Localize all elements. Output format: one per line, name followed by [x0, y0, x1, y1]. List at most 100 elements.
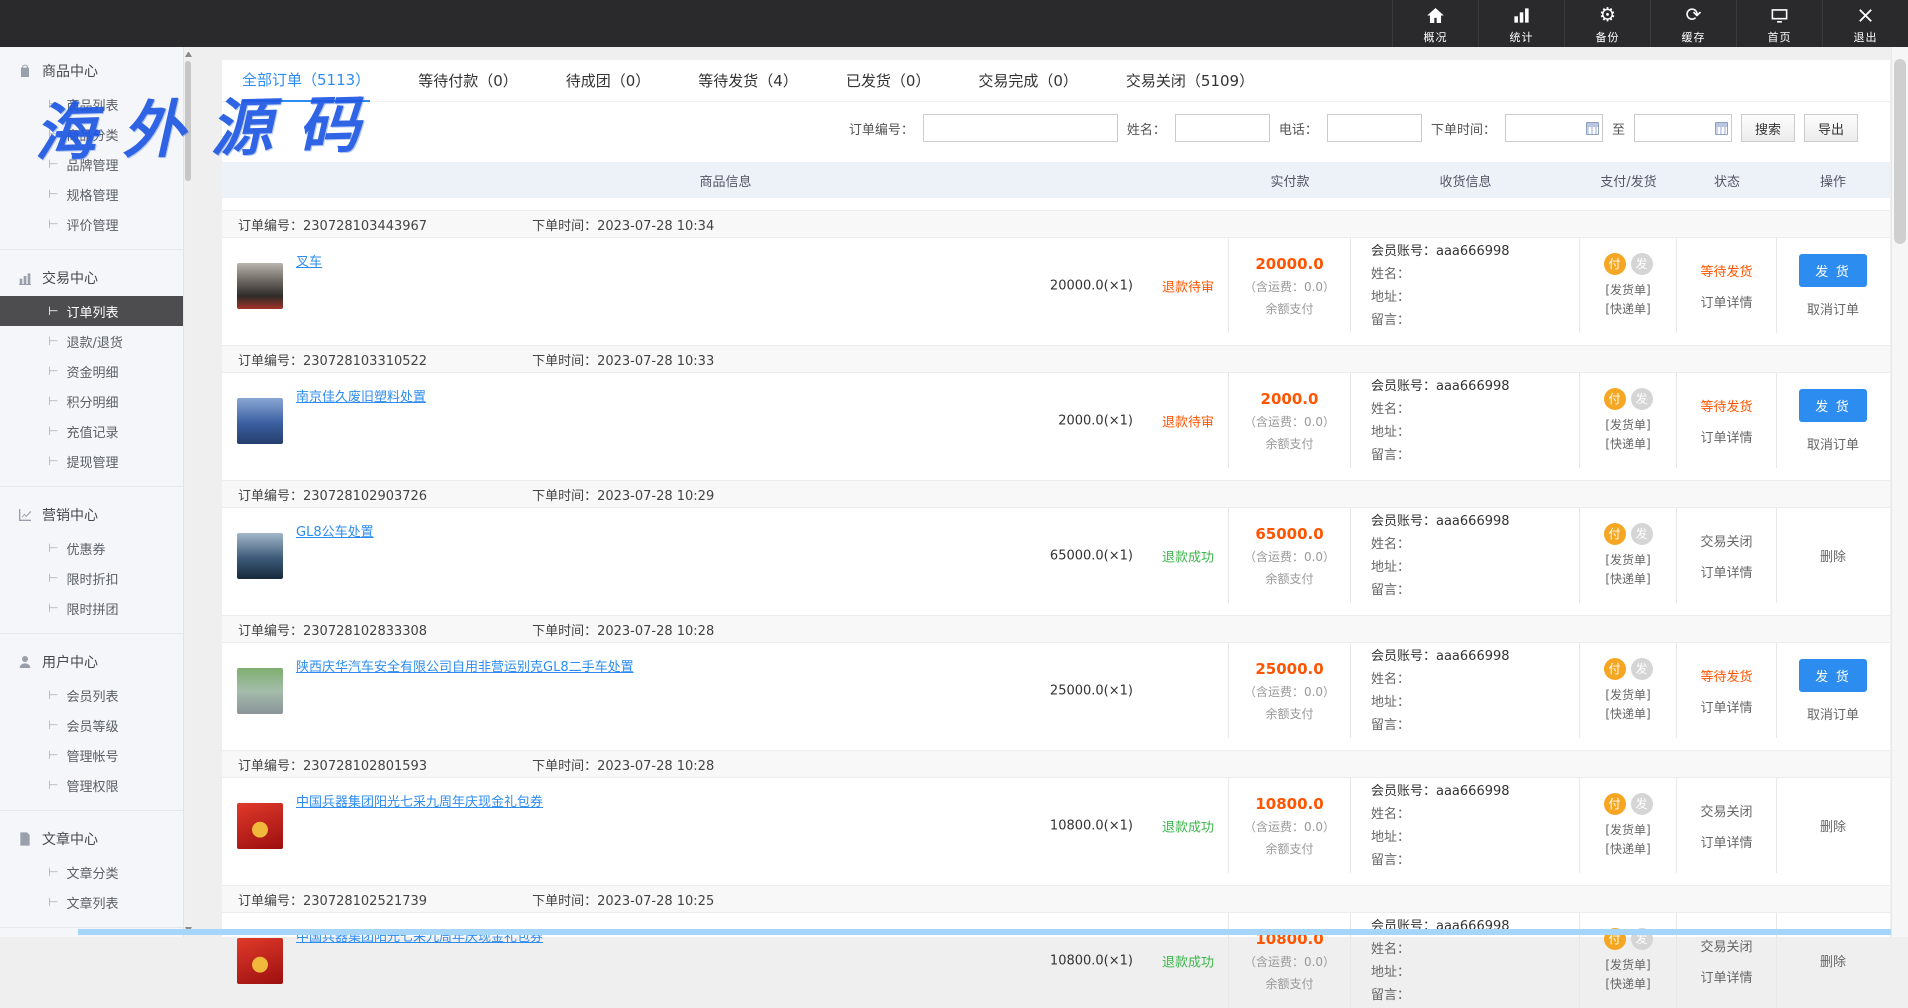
export-button[interactable]: 导出 — [1804, 114, 1858, 142]
product-link[interactable]: 南京佳久废旧塑料处置 — [296, 386, 426, 405]
refund-status[interactable]: 退款成功 — [1162, 951, 1214, 970]
express-doc-link[interactable]: [快递单] — [1605, 300, 1650, 319]
topbar-item-首页[interactable]: 首页 — [1736, 0, 1822, 47]
sidebar-item-限时折扣[interactable]: ⊢限时折扣 — [0, 563, 183, 593]
sidebar-item-限时拼团[interactable]: ⊢限时拼团 — [0, 593, 183, 623]
ship-doc-link[interactable]: [发货单] — [1605, 821, 1650, 840]
sidebar-item-优惠券[interactable]: ⊢优惠券 — [0, 533, 183, 563]
ship-doc-link[interactable]: [发货单] — [1605, 551, 1650, 570]
cancel-order-link[interactable]: 取消订单 — [1807, 299, 1859, 318]
tab-全部订单（5113）[interactable]: 全部订单（5113） — [242, 60, 370, 102]
sidebar-item-会员列表[interactable]: ⊢会员列表 — [0, 680, 183, 710]
sidebar-section-营销中心[interactable]: 营销中心 — [0, 497, 183, 533]
product-link[interactable]: 陕西庆华汽车安全有限公司自用非营运别克GL8二手车处置 — [296, 656, 634, 675]
sidebar-item-会员等级[interactable]: ⊢会员等级 — [0, 710, 183, 740]
cancel-order-link[interactable]: 取消订单 — [1807, 704, 1859, 723]
tab-交易关闭（5109）[interactable]: 交易关闭（5109） — [1126, 60, 1254, 102]
delete-order-link[interactable]: 删除 — [1820, 546, 1846, 565]
refund-status[interactable]: 退款成功 — [1162, 546, 1214, 565]
ship-button[interactable]: 发 货 — [1799, 659, 1867, 692]
topbar-item-统计[interactable]: 统计 — [1478, 0, 1564, 47]
topbar-item-备份[interactable]: ⚙备份 — [1564, 0, 1650, 47]
express-doc-link[interactable]: [快递单] — [1605, 435, 1650, 454]
sidebar-item-评价管理[interactable]: ⊢评价管理 — [0, 209, 183, 239]
product-image[interactable] — [237, 938, 283, 984]
branch-icon: ⊢ — [48, 688, 58, 702]
delete-order-link[interactable]: 删除 — [1820, 951, 1846, 970]
page-scroll-thumb[interactable] — [1894, 59, 1906, 244]
sidebar-item-label: 充值记录 — [66, 422, 118, 441]
pay-ship-badges: 付发 — [1604, 523, 1653, 545]
sidebar-scrollbar[interactable] — [183, 47, 192, 937]
ship-doc-link[interactable]: [发货单] — [1605, 956, 1650, 975]
order-time: 下单时间：2023-07-28 10:34 — [532, 215, 714, 234]
topbar-item-退出[interactable]: 退出 — [1822, 0, 1908, 47]
tab-已发货（0）[interactable]: 已发货（0） — [846, 60, 931, 102]
refund-status[interactable]: 退款待审 — [1162, 276, 1214, 295]
order-detail-link[interactable]: 订单详情 — [1700, 427, 1752, 446]
ship-button[interactable]: 发 货 — [1799, 254, 1867, 287]
product-image[interactable] — [237, 803, 283, 849]
sidebar-section-用户中心[interactable]: 用户中心 — [0, 644, 183, 680]
product-link[interactable]: GL8公车处置 — [296, 521, 374, 540]
ship-doc-link[interactable]: [发货单] — [1605, 281, 1650, 300]
sidebar-item-文章分类[interactable]: ⊢文章分类 — [0, 857, 183, 887]
sidebar-item-资金明细[interactable]: ⊢资金明细 — [0, 356, 183, 386]
order-detail-link[interactable]: 订单详情 — [1700, 562, 1752, 581]
sidebar-item-管理帐号[interactable]: ⊢管理帐号 — [0, 740, 183, 770]
sidebar-item-商品列表[interactable]: ⊢商品列表 — [0, 89, 183, 119]
express-doc-link[interactable]: [快递单] — [1605, 975, 1650, 994]
sidebar-item-品牌管理[interactable]: ⊢品牌管理 — [0, 149, 183, 179]
tab-交易完成（0）[interactable]: 交易完成（0） — [978, 60, 1078, 102]
product-image[interactable] — [237, 398, 283, 444]
product-image[interactable] — [237, 668, 283, 714]
page-scrollbar[interactable] — [1891, 47, 1908, 937]
sidebar-item-管理权限[interactable]: ⊢管理权限 — [0, 770, 183, 800]
scroll-up-icon[interactable] — [185, 52, 192, 57]
order-no-input[interactable] — [923, 114, 1118, 142]
sidebar-item-商品分类[interactable]: ⊢商品分类 — [0, 119, 183, 149]
sidebar-section-商品中心[interactable]: 商品中心 — [0, 53, 183, 89]
name-input[interactable] — [1175, 114, 1270, 142]
express-doc-link[interactable]: [快递单] — [1605, 840, 1650, 859]
cancel-order-link[interactable]: 取消订单 — [1807, 434, 1859, 453]
sidebar-divider — [0, 249, 183, 250]
order-detail-link[interactable]: 订单详情 — [1700, 292, 1752, 311]
sidebar-item-退款/退货[interactable]: ⊢退款/退货 — [0, 326, 183, 356]
refund-status[interactable]: 退款待审 — [1162, 411, 1214, 430]
topbar-item-缓存[interactable]: ⟳缓存 — [1650, 0, 1736, 47]
order-detail-link[interactable]: 订单详情 — [1700, 967, 1752, 986]
topbar-item-概况[interactable]: 概况 — [1392, 0, 1478, 47]
sidebar-item-订单列表[interactable]: ⊢订单列表 — [0, 296, 183, 326]
calendar-icon[interactable] — [1586, 122, 1599, 135]
order-detail-link[interactable]: 订单详情 — [1700, 697, 1752, 716]
sidebar-section-交易中心[interactable]: 交易中心 — [0, 260, 183, 296]
sidebar-item-提现管理[interactable]: ⊢提现管理 — [0, 446, 183, 476]
sidebar-scroll-thumb[interactable] — [185, 61, 191, 181]
order-status-tabs: 全部订单（5113） 等待付款（0） 待成团（0） 等待发货（4） 已发货（0） 交易完成… — [222, 60, 1890, 102]
tab-待成团（0）[interactable]: 待成团（0） — [566, 60, 651, 102]
ship-doc-link[interactable]: [发货单] — [1605, 416, 1650, 435]
product-image[interactable] — [237, 533, 283, 579]
sidebar-section-文章中心[interactable]: 文章中心 — [0, 821, 183, 857]
phone-input[interactable] — [1327, 114, 1422, 142]
sidebar-item-积分明细[interactable]: ⊢积分明细 — [0, 386, 183, 416]
ship-button[interactable]: 发 货 — [1799, 389, 1867, 422]
delete-order-link[interactable]: 删除 — [1820, 816, 1846, 835]
sidebar-item-文章列表[interactable]: ⊢文章列表 — [0, 887, 183, 917]
ship-doc-link[interactable]: [发货单] — [1605, 686, 1650, 705]
product-image[interactable] — [237, 263, 283, 309]
tab-等待发货（4）[interactable]: 等待发货（4） — [698, 60, 798, 102]
sidebar-item-规格管理[interactable]: ⊢规格管理 — [0, 179, 183, 209]
tab-等待付款（0）[interactable]: 等待付款（0） — [418, 60, 518, 102]
sidebar-item-充值记录[interactable]: ⊢充值记录 — [0, 416, 183, 446]
product-link[interactable]: 中国兵器集团阳光七采九周年庆现金礼包券 — [296, 791, 543, 810]
order-detail-link[interactable]: 订单详情 — [1700, 832, 1752, 851]
product-link[interactable]: 叉车 — [296, 251, 322, 270]
refund-status[interactable]: 退款成功 — [1162, 816, 1214, 835]
calendar-icon[interactable] — [1715, 122, 1728, 135]
date-from-wrap — [1505, 114, 1603, 142]
search-button[interactable]: 搜索 — [1741, 114, 1795, 142]
express-doc-link[interactable]: [快递单] — [1605, 705, 1650, 724]
express-doc-link[interactable]: [快递单] — [1605, 570, 1650, 589]
